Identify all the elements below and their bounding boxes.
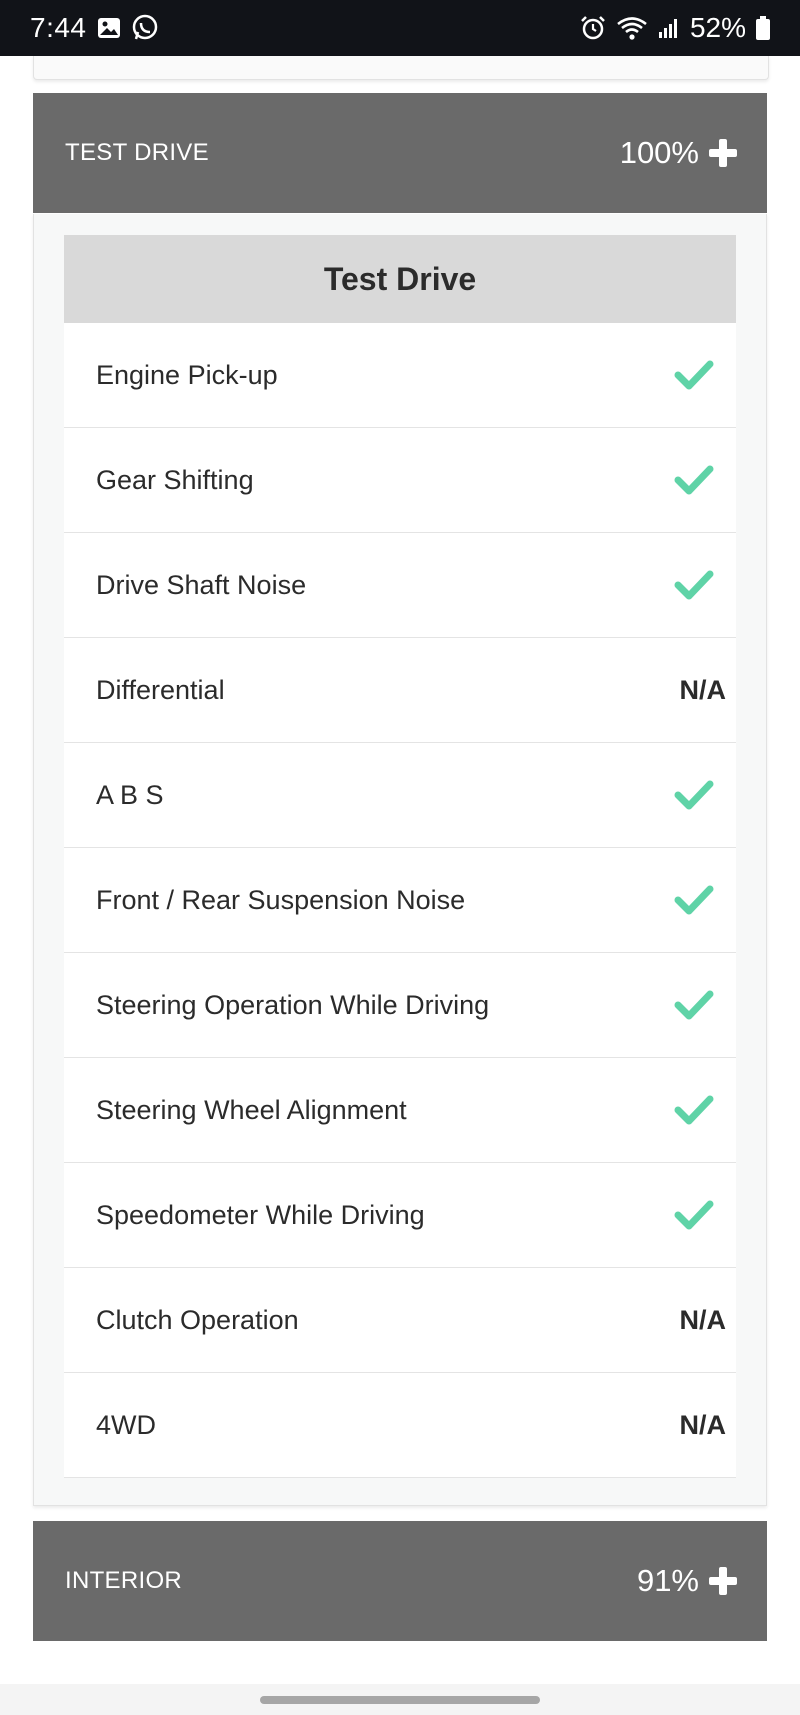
table-row: 4WD N/A bbox=[64, 1373, 736, 1478]
alarm-icon bbox=[580, 15, 606, 41]
check-icon bbox=[672, 357, 716, 393]
section-score-group: 91% bbox=[637, 1563, 737, 1599]
row-label: Steering Operation While Driving bbox=[96, 989, 490, 1020]
row-value: N/A bbox=[679, 1409, 727, 1440]
whatsapp-icon bbox=[131, 14, 159, 42]
table-row: Front / Rear Suspension Noise bbox=[64, 848, 736, 953]
row-label: Steering Wheel Alignment bbox=[96, 1094, 407, 1125]
section-score-group: 100% bbox=[620, 135, 737, 171]
battery-icon bbox=[756, 16, 770, 40]
table-row: Steering Operation While Driving bbox=[64, 953, 736, 1058]
table-rows: Engine Pick-up Gear Shifting Drive Shaft N… bbox=[64, 323, 736, 1478]
check-icon bbox=[672, 567, 716, 603]
status-bar: 7:44 52% bbox=[0, 0, 800, 56]
plus-icon[interactable] bbox=[709, 139, 737, 167]
row-label: Speedometer While Driving bbox=[96, 1199, 425, 1230]
section-body-test-drive: Test Drive Engine Pick-up Gear Shifting Dr… bbox=[33, 214, 767, 1506]
row-label: A B S bbox=[96, 779, 164, 810]
check-icon bbox=[672, 882, 716, 918]
status-bar-right: 52% bbox=[580, 12, 770, 44]
home-indicator[interactable] bbox=[260, 1696, 540, 1704]
row-label: Differential bbox=[96, 674, 225, 705]
section-header-test-drive[interactable]: TEST DRIVE 100% bbox=[33, 93, 767, 213]
status-bar-left: 7:44 bbox=[30, 12, 159, 44]
signal-icon bbox=[658, 17, 680, 39]
previous-section-card bbox=[33, 56, 769, 80]
navigation-bar bbox=[0, 1684, 800, 1715]
table-row: Gear Shifting bbox=[64, 428, 736, 533]
section-title: INTERIOR bbox=[65, 1567, 183, 1594]
row-label: Clutch Operation bbox=[96, 1304, 299, 1335]
check-icon bbox=[672, 777, 716, 813]
table-row: Speedometer While Driving bbox=[64, 1163, 736, 1268]
inspection-page: TEST DRIVE 100% Test Drive Engine Pick-u… bbox=[0, 56, 800, 1715]
row-label: Drive Shaft Noise bbox=[96, 569, 307, 600]
section-score: 100% bbox=[619, 135, 699, 170]
table-row: A B S bbox=[64, 743, 736, 848]
table-title: Test Drive bbox=[64, 235, 736, 323]
image-icon bbox=[97, 16, 121, 40]
table-row: Drive Shaft Noise bbox=[64, 533, 736, 638]
row-value: N/A bbox=[679, 674, 727, 705]
row-label: Engine Pick-up bbox=[96, 359, 278, 390]
row-value: N/A bbox=[679, 1304, 727, 1335]
check-icon bbox=[672, 1197, 716, 1233]
status-time: 7:44 bbox=[30, 12, 87, 43]
check-icon bbox=[672, 987, 716, 1023]
table-row: Clutch Operation N/A bbox=[64, 1268, 736, 1373]
row-label: 4WD bbox=[96, 1409, 156, 1440]
battery-percent: 52% bbox=[689, 12, 746, 43]
section-score: 91% bbox=[636, 1563, 699, 1598]
check-icon bbox=[672, 462, 716, 498]
plus-icon[interactable] bbox=[709, 1567, 737, 1595]
table-row: Engine Pick-up bbox=[64, 323, 736, 428]
row-label: Front / Rear Suspension Noise bbox=[96, 884, 466, 915]
check-icon bbox=[672, 1092, 716, 1128]
section-header-interior[interactable]: INTERIOR 91% bbox=[33, 1521, 767, 1641]
test-drive-table: Test Drive Engine Pick-up Gear Shifting Dr… bbox=[64, 235, 736, 1478]
row-label: Gear Shifting bbox=[96, 464, 254, 495]
table-row: Steering Wheel Alignment bbox=[64, 1058, 736, 1163]
section-title: TEST DRIVE bbox=[65, 139, 209, 166]
table-row: Differential N/A bbox=[64, 638, 736, 743]
wifi-icon bbox=[616, 15, 648, 41]
